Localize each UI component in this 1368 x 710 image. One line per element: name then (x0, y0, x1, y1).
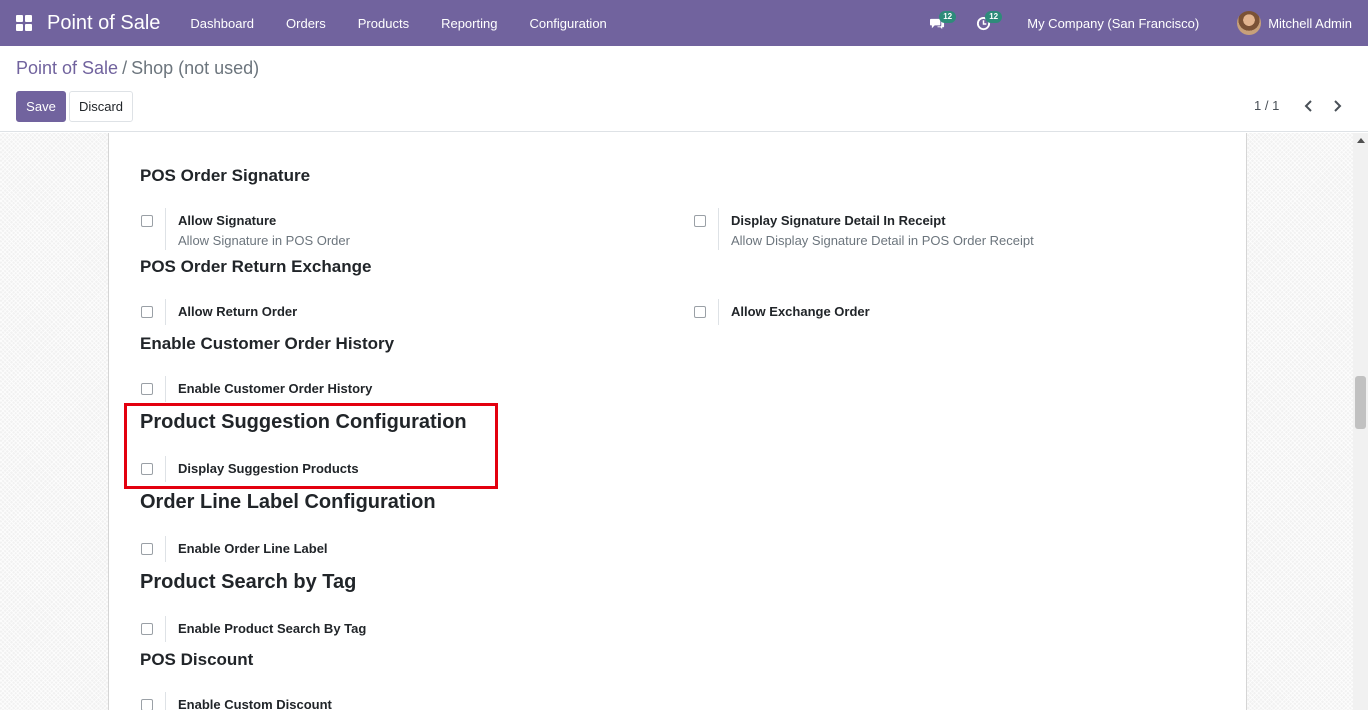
breadcrumb-current: Shop (not used) (131, 58, 260, 78)
setting-display-signature: Display Signature Detail In Receipt Allo… (694, 208, 1194, 253)
company-switcher[interactable]: My Company (San Francisco) (1027, 16, 1199, 31)
pager-next-button[interactable] (1330, 97, 1344, 115)
setting-divider (165, 208, 166, 250)
section-title-order-line-label: Order Line Label Configuration (140, 491, 436, 513)
setting-divider (165, 456, 166, 482)
menu-reporting[interactable]: Reporting (425, 16, 513, 31)
custom-discount-checkbox[interactable] (141, 699, 153, 710)
breadcrumb: Point of Sale / Shop (not used) (16, 58, 259, 79)
allow-exchange-checkbox[interactable] (694, 306, 706, 318)
display-suggestion-label[interactable]: Display Suggestion Products (178, 461, 359, 476)
section-title-search-by-tag: Product Search by Tag (140, 571, 357, 593)
messages-count-badge: 12 (939, 11, 957, 23)
setting-divider (165, 299, 166, 325)
display-signature-checkbox[interactable] (694, 215, 706, 227)
scroll-up-arrow-icon[interactable] (1357, 138, 1365, 143)
display-signature-label[interactable]: Display Signature Detail In Receipt (731, 213, 946, 228)
menu-dashboard[interactable]: Dashboard (174, 16, 270, 31)
discard-button[interactable]: Discard (69, 91, 133, 122)
setting-divider (165, 616, 166, 642)
apps-menu-icon[interactable] (16, 15, 32, 31)
user-avatar[interactable] (1237, 11, 1262, 35)
pager-value[interactable]: 1 / 1 (1254, 98, 1279, 113)
setting-custom-discount: Enable Custom Discount (141, 692, 641, 710)
save-button[interactable]: Save (16, 91, 66, 122)
setting-divider (718, 299, 719, 325)
custom-discount-label[interactable]: Enable Custom Discount (178, 697, 332, 710)
section-title-signature: POS Order Signature (140, 166, 311, 185)
setting-divider (165, 692, 166, 710)
setting-allow-exchange: Allow Exchange Order (694, 299, 1194, 344)
setting-divider (165, 376, 166, 402)
setting-allow-signature: Allow Signature Allow Signature in POS O… (141, 208, 641, 253)
customer-history-label[interactable]: Enable Customer Order History (178, 381, 372, 396)
user-menu[interactable]: Mitchell Admin (1268, 16, 1352, 31)
allow-signature-checkbox[interactable] (141, 215, 153, 227)
menu-products[interactable]: Products (342, 16, 425, 31)
control-panel: Point of Sale / Shop (not used) Save Disca… (0, 46, 1368, 132)
menu-orders[interactable]: Orders (270, 16, 342, 31)
allow-signature-description: Allow Signature in POS Order (178, 233, 350, 248)
setting-divider (718, 208, 719, 250)
pager-previous-button[interactable] (1302, 97, 1316, 115)
search-by-tag-label[interactable]: Enable Product Search By Tag (178, 621, 366, 636)
section-title-return-exchange: POS Order Return Exchange (140, 257, 372, 276)
chevron-right-icon (1334, 100, 1342, 112)
allow-signature-label[interactable]: Allow Signature (178, 213, 276, 228)
scrollbar-thumb[interactable] (1355, 376, 1366, 429)
section-title-customer-history: Enable Customer Order History (140, 334, 395, 353)
order-line-label-checkbox[interactable] (141, 543, 153, 555)
order-line-label-label[interactable]: Enable Order Line Label (178, 541, 328, 556)
navbar-systray: 12 12 My Company (San Francisco) Mitchel… (923, 0, 1368, 46)
chevron-left-icon (1304, 100, 1312, 112)
display-signature-description: Allow Display Signature Detail in POS Or… (731, 233, 1034, 248)
section-title-product-suggestion: Product Suggestion Configuration (140, 411, 467, 433)
display-suggestion-checkbox[interactable] (141, 463, 153, 475)
breadcrumb-separator: / (122, 58, 128, 78)
form-sheet: POS Order Signature Allow Signature Allo… (108, 133, 1247, 710)
customer-history-checkbox[interactable] (141, 383, 153, 395)
messages-button[interactable]: 12 (923, 0, 957, 46)
search-by-tag-checkbox[interactable] (141, 623, 153, 635)
breadcrumb-parent[interactable]: Point of Sale (16, 58, 118, 78)
form-view-content: POS Order Signature Allow Signature Allo… (0, 133, 1368, 710)
menu-configuration[interactable]: Configuration (513, 16, 622, 31)
activities-count-badge: 12 (985, 11, 1003, 23)
allow-return-label[interactable]: Allow Return Order (178, 304, 297, 319)
allow-exchange-label[interactable]: Allow Exchange Order (731, 304, 870, 319)
app-brand[interactable]: Point of Sale (47, 12, 160, 35)
allow-return-checkbox[interactable] (141, 306, 153, 318)
setting-divider (165, 536, 166, 562)
activities-button[interactable]: 12 (969, 0, 1003, 46)
top-navbar: Point of Sale Dashboard Orders Products … (0, 0, 1368, 46)
section-title-discount: POS Discount (140, 650, 254, 669)
